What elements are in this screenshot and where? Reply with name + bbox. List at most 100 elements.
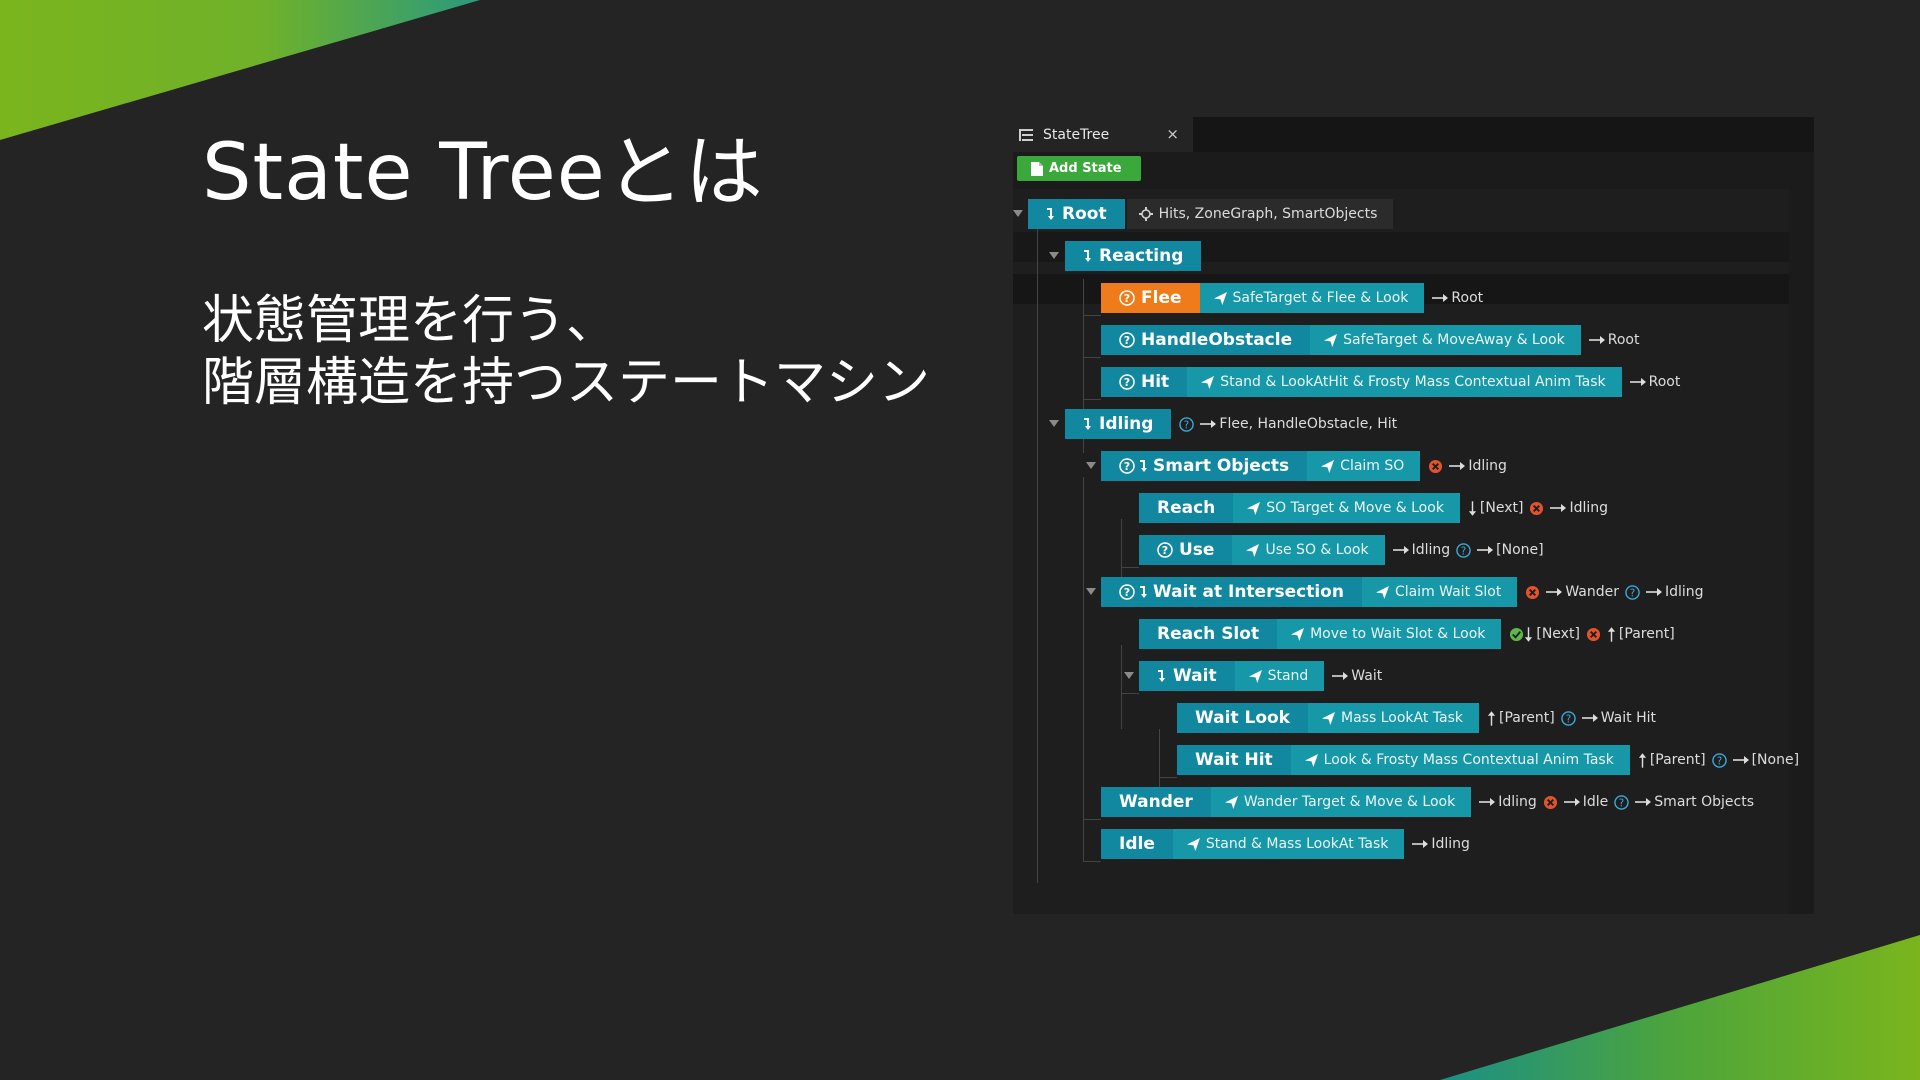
subtree-enter-icon xyxy=(1140,586,1147,598)
expand-arrow-icon[interactable] xyxy=(1086,588,1096,595)
transition-target: Flee, HandleObstacle, Hit xyxy=(1219,416,1398,432)
expand-arrow-icon[interactable] xyxy=(1049,420,1059,427)
state-smart-objects[interactable]: ? Smart Objects xyxy=(1101,451,1308,481)
task-reach-slot[interactable]: Move to Wait Slot & Look xyxy=(1277,619,1502,649)
transition-target: Idling xyxy=(1665,584,1704,600)
arrow-right-icon xyxy=(1563,798,1580,806)
task-send-icon xyxy=(1224,795,1238,809)
state-row-idle: Idle Stand & Mass LookAt Task Idling xyxy=(1101,829,1470,859)
help-icon: ? xyxy=(1560,710,1576,726)
state-tree-view: Root Hits, ZoneGraph, SmartObjects React… xyxy=(1013,189,1799,914)
task-use[interactable]: Use SO & Look xyxy=(1232,535,1385,565)
task-wait-hit[interactable]: Look & Frosty Mass Contextual Anim Task xyxy=(1290,745,1630,775)
state-label: Root xyxy=(1062,204,1107,224)
task-send-icon xyxy=(1291,627,1305,641)
transition-target: Wait xyxy=(1351,668,1383,684)
transition-target: [Parent] xyxy=(1618,626,1675,642)
transition: Idling xyxy=(1428,458,1507,474)
task-handle-obstacle[interactable]: SafeTarget & MoveAway & Look xyxy=(1310,325,1581,355)
expand-arrow-icon[interactable] xyxy=(1013,210,1023,217)
svg-text:?: ? xyxy=(1124,460,1130,473)
svg-text:?: ? xyxy=(1124,334,1130,347)
state-reach[interactable]: Reach xyxy=(1139,493,1234,523)
tree-guide xyxy=(1083,399,1101,400)
close-icon[interactable]: × xyxy=(1166,125,1179,143)
add-state-button[interactable]: Add State xyxy=(1017,156,1141,181)
state-root[interactable]: Root xyxy=(1028,199,1125,229)
arrow-right-icon xyxy=(1392,546,1409,554)
transition-target: Idling xyxy=(1431,836,1470,852)
tab-statetree[interactable]: StateTree × xyxy=(1013,117,1193,152)
transition-target: Root xyxy=(1451,290,1484,306)
root-parameters[interactable]: Hits, ZoneGraph, SmartObjects xyxy=(1126,199,1394,229)
state-wait[interactable]: Wait xyxy=(1139,661,1235,691)
state-row-reach-slot: Reach Slot Move to Wait Slot & Look [Nex… xyxy=(1139,619,1675,649)
state-hit[interactable]: ? Hit xyxy=(1101,367,1188,397)
transition-target: [None] xyxy=(1751,752,1800,768)
state-row-wait-at-intersection: ? Wait at Intersection Claim Wait Slot W… xyxy=(1101,577,1704,607)
slide-subtitle: 状態管理を行う、 階層構造を持つステートマシン xyxy=(202,290,930,414)
state-wait-at-intersection[interactable]: ? Wait at Intersection xyxy=(1101,577,1362,607)
task-send-icon xyxy=(1304,753,1318,767)
state-wait-hit[interactable]: Wait Hit xyxy=(1177,745,1291,775)
subtree-enter-icon xyxy=(1084,418,1091,430)
state-label: Wait Look xyxy=(1195,708,1290,728)
task-flee[interactable]: SafeTarget & Flee & Look xyxy=(1199,283,1425,313)
arrow-right-icon xyxy=(1449,462,1466,470)
expand-arrow-icon[interactable] xyxy=(1049,252,1059,259)
task-label: Claim Wait Slot xyxy=(1394,584,1502,600)
transition: ? Flee, HandleObstacle, Hit xyxy=(1179,416,1397,432)
help-icon: ? xyxy=(1456,542,1471,558)
task-hit[interactable]: Stand & LookAtHit & Frosty Mass Contextu… xyxy=(1187,367,1622,397)
arrow-up-icon xyxy=(1638,752,1646,768)
expand-arrow-icon[interactable] xyxy=(1124,672,1134,679)
failed-icon xyxy=(1526,585,1540,599)
task-send-icon xyxy=(1321,459,1335,473)
arrow-right-icon xyxy=(1581,714,1598,722)
state-row-flee: ? Flee SafeTarget & Flee & Look Root xyxy=(1101,283,1483,313)
arrow-right-icon xyxy=(1432,294,1449,302)
task-wait-at-intersection[interactable]: Claim Wait Slot xyxy=(1361,577,1518,607)
state-wander[interactable]: Wander xyxy=(1101,787,1211,817)
state-idling[interactable]: Idling xyxy=(1065,409,1172,439)
arrow-right-icon xyxy=(1635,798,1652,806)
svg-text:?: ? xyxy=(1124,586,1130,599)
task-wait[interactable]: Stand xyxy=(1234,661,1325,691)
state-handle-obstacle[interactable]: ? HandleObstacle xyxy=(1101,325,1311,355)
state-reach-slot[interactable]: Reach Slot xyxy=(1139,619,1278,649)
tree-guide xyxy=(1121,567,1139,568)
transition-target: Root xyxy=(1607,332,1640,348)
task-reach[interactable]: SO Target & Move & Look xyxy=(1233,493,1460,523)
task-label: Claim SO xyxy=(1340,458,1405,474)
subtree-enter-icon xyxy=(1047,208,1054,220)
state-label: Reach Slot xyxy=(1157,624,1260,644)
tree-guide xyxy=(1159,777,1177,778)
task-label: SafeTarget & MoveAway & Look xyxy=(1343,332,1565,348)
tree-guide xyxy=(1037,225,1038,883)
tab-title: StateTree xyxy=(1043,126,1110,143)
arrow-right-icon xyxy=(1546,588,1563,596)
statetree-editor-panel: StateTree × Add State Root Hits, ZoneGra… xyxy=(1013,117,1814,914)
tree-list-icon xyxy=(1019,128,1033,141)
task-smart-objects[interactable]: Claim SO xyxy=(1307,451,1421,481)
transition: Root xyxy=(1629,374,1680,390)
state-wait-look[interactable]: Wait Look xyxy=(1177,703,1308,733)
expand-arrow-icon[interactable] xyxy=(1086,462,1096,469)
task-idle[interactable]: Stand & Mass LookAt Task xyxy=(1172,829,1405,859)
state-row-wait-hit: Wait Hit Look & Frosty Mass Contextual A… xyxy=(1177,745,1799,775)
state-label: Idling xyxy=(1099,414,1154,434)
state-idle[interactable]: Idle xyxy=(1101,829,1173,859)
state-flee[interactable]: ? Flee xyxy=(1101,283,1200,313)
arrow-right-icon xyxy=(1629,378,1646,386)
help-icon: ? xyxy=(1711,752,1727,768)
state-reacting[interactable]: Reacting xyxy=(1065,241,1202,271)
state-use[interactable]: ? Use xyxy=(1139,535,1233,565)
task-send-icon xyxy=(1186,837,1200,851)
task-wait-look[interactable]: Mass LookAt Task xyxy=(1308,703,1479,733)
task-send-icon xyxy=(1213,291,1227,305)
transition-target: [Parent] xyxy=(1649,752,1706,768)
svg-text:?: ? xyxy=(1124,376,1130,389)
arrow-down-icon xyxy=(1525,626,1533,642)
task-wander[interactable]: Wander Target & Move & Look xyxy=(1210,787,1472,817)
failed-icon xyxy=(1530,501,1544,515)
